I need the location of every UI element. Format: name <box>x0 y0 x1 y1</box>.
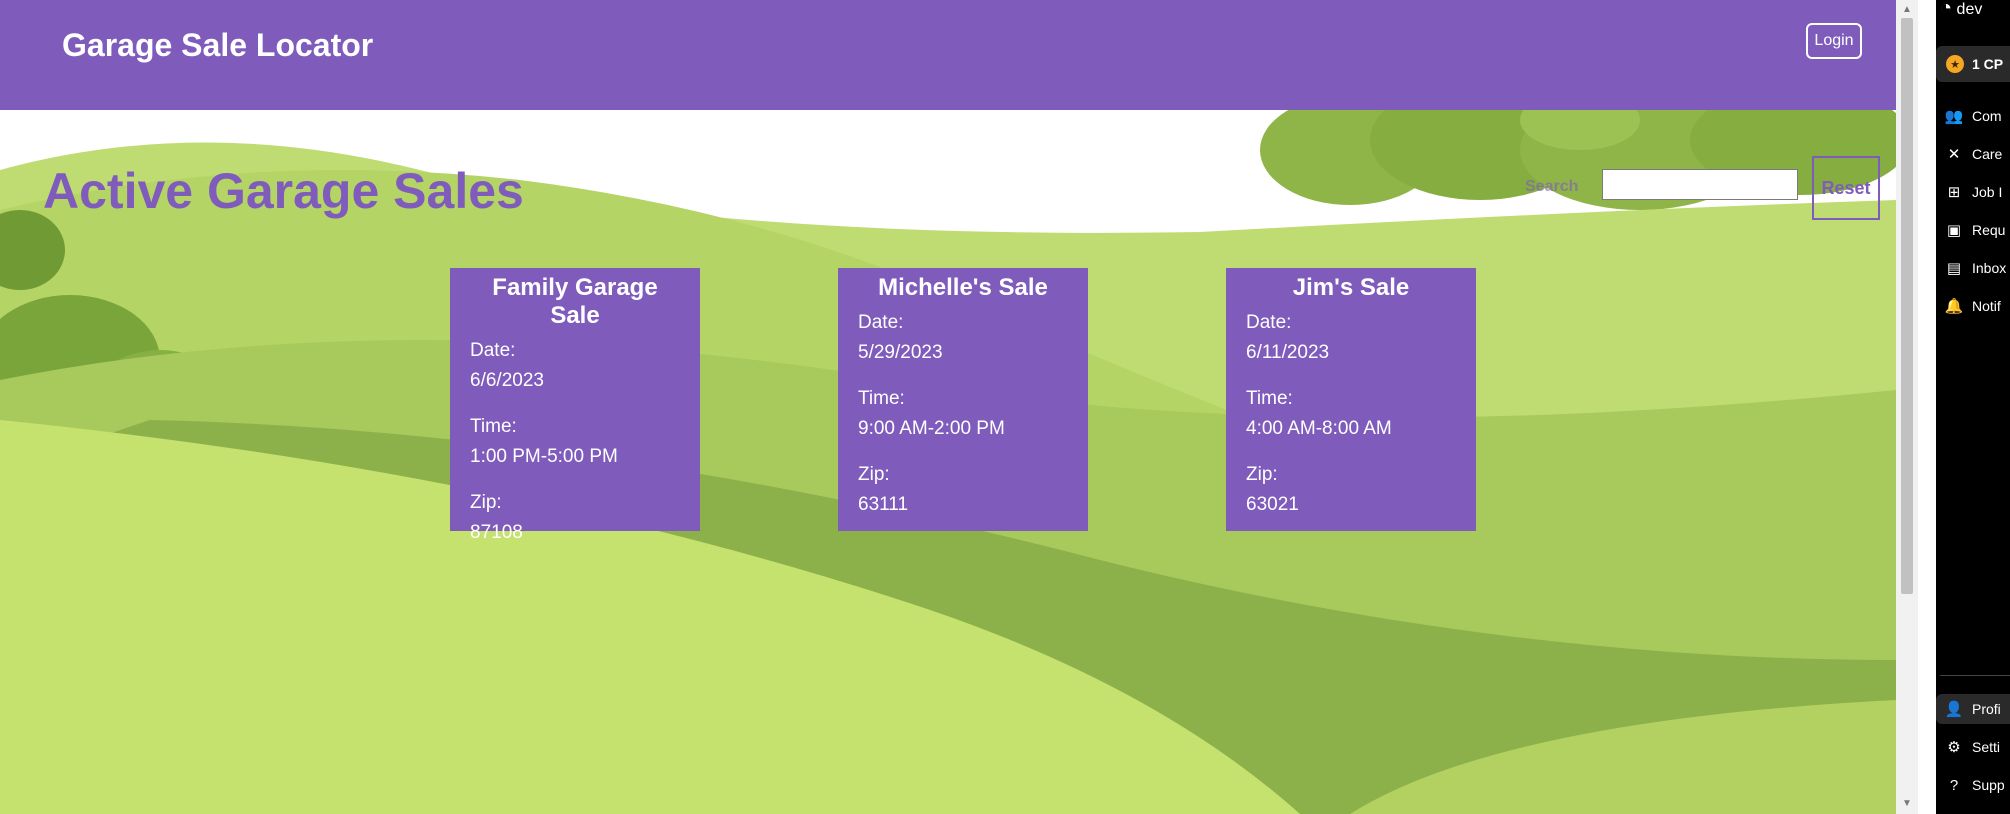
inbox-icon: ▤ <box>1946 260 1962 277</box>
vertical-scrollbar[interactable]: ▲ ▼ <box>1896 0 1918 814</box>
date-label: Date: <box>858 312 904 333</box>
sale-title: Jim's Sale <box>1292 274 1410 301</box>
side-divider <box>1940 675 2010 676</box>
zip-label: Zip: <box>1246 464 1278 485</box>
scroll-down-arrow-icon[interactable]: ▼ <box>1902 798 1912 809</box>
community-icon: 👥 <box>1944 108 1964 125</box>
tools-icon: ✕ <box>1947 146 1961 163</box>
sale-zip: 63111 <box>858 494 909 515</box>
briefcase-icon: ▣ <box>1946 222 1962 239</box>
cpe-badge[interactable]: ★ 1 CP <box>1936 46 2010 82</box>
time-label: Time: <box>858 388 905 409</box>
side-item-label: Profi <box>1972 701 2001 717</box>
star-coin-icon: ★ <box>1946 55 1964 73</box>
sale-time: 4:00 AM-8:00 AM <box>1246 418 1392 439</box>
sale-card[interactable]: Michelle's Sale Date: 5/29/2023 Time: 9:… <box>838 268 1088 531</box>
sale-date: 5/29/2023 <box>858 342 943 363</box>
scroll-up-arrow-icon[interactable]: ▲ <box>1902 4 1912 15</box>
login-button[interactable]: Login <box>1806 23 1862 59</box>
sale-time: 9:00 AM-2:00 PM <box>858 418 1005 439</box>
side-item-requests[interactable]: ▣ Requ <box>1936 215 2010 245</box>
side-item-label: Com <box>1972 108 2002 124</box>
side-item-profile[interactable]: 👤 Profi <box>1936 694 2010 724</box>
zip-label: Zip: <box>858 464 890 485</box>
date-label: Date: <box>470 340 516 361</box>
zip-label: Zip: <box>470 492 502 513</box>
side-item-jobs[interactable]: ⊞ Job I <box>1936 177 2010 207</box>
brand-title[interactable]: Garage Sale Locator <box>62 27 373 64</box>
sale-zip: 87108 <box>470 522 523 543</box>
side-item-label: Job I <box>1972 184 2003 200</box>
sale-time: 1:00 PM-5:00 PM <box>470 446 618 467</box>
side-item-label: Requ <box>1972 222 2006 238</box>
side-item-label: Notif <box>1972 298 2001 314</box>
side-item-support[interactable]: ? Supp <box>1936 770 2010 800</box>
sale-title: Family Garage Sale <box>492 274 658 329</box>
side-item-label: Inbox <box>1972 260 2007 276</box>
side-item-label: Setti <box>1972 739 2001 755</box>
cpe-badge-label: 1 CP <box>1972 56 2004 72</box>
sale-date: 6/6/2023 <box>470 370 544 391</box>
sale-card[interactable]: Family Garage Sale Date: 6/6/2023 Time: … <box>450 268 700 543</box>
side-item-community[interactable]: 👥 Com <box>1936 101 2010 131</box>
person-icon: 👤 <box>1944 701 1964 718</box>
time-label: Time: <box>1246 388 1293 409</box>
search-input[interactable] <box>1602 169 1798 200</box>
search-label: Search <box>1525 178 1579 195</box>
side-item-notifications[interactable]: 🔔 Notif <box>1936 291 2010 321</box>
side-logo[interactable]: ◔ dev <box>1940 0 1982 20</box>
help-icon: ? <box>1949 776 1959 794</box>
side-item-label: Care <box>1972 146 2003 162</box>
top-navbar: Garage Sale Locator Login <box>0 0 1896 110</box>
side-item-career[interactable]: ✕ Care <box>1936 139 2010 169</box>
side-item-inbox[interactable]: ▤ Inbox <box>1936 253 2010 283</box>
logo-icon: ◔ <box>1940 0 1953 19</box>
sale-title: Michelle's Sale <box>878 274 1048 301</box>
side-panel: ◔ dev ★ 1 CP 👥 Com ✕ Care ⊞ Job I ▣ Requ… <box>1918 0 2010 814</box>
sale-date: 6/11/2023 <box>1246 342 1330 363</box>
grid-icon: ⊞ <box>1947 184 1961 201</box>
page-title: Active Garage Sales <box>43 163 524 219</box>
bell-icon: 🔔 <box>1944 298 1964 315</box>
logo-text: dev <box>1956 1 1983 18</box>
reset-button[interactable]: Reset <box>1812 156 1880 220</box>
gear-icon: ⚙ <box>1947 739 1961 756</box>
side-item-settings[interactable]: ⚙ Setti <box>1936 732 2010 762</box>
date-label: Date: <box>1246 312 1292 333</box>
sale-zip: 63021 <box>1246 494 1299 515</box>
side-item-label: Supp <box>1972 777 2005 793</box>
app-viewport: Garage Sale Locator Login Active Garage … <box>0 0 1896 814</box>
time-label: Time: <box>470 416 517 437</box>
scroll-thumb[interactable] <box>1901 18 1913 594</box>
sale-card[interactable]: Jim's Sale Date: 6/11/2023 Time: 4:00 AM… <box>1226 268 1476 531</box>
